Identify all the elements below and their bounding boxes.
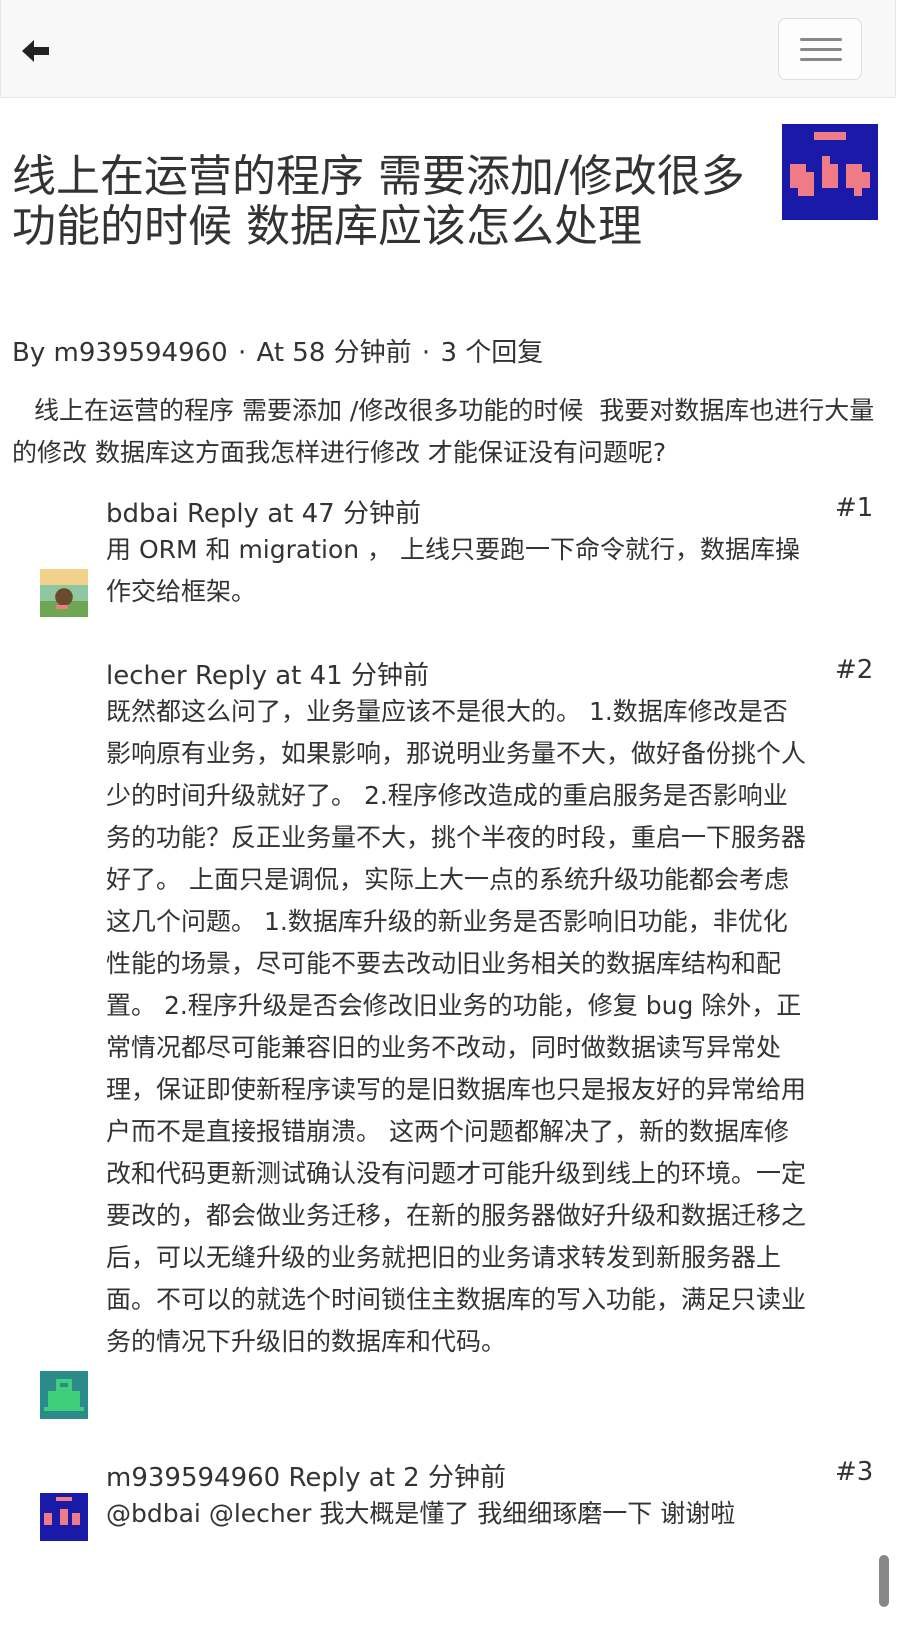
reply-content: @bdbai @lecher 我大概是懂了 我细细琢磨一下 谢谢啦 [106, 1499, 736, 1528]
reply-content: 用 ORM 和 migration ， 上线只要跑一下命令就行，数据库操作交给框… [106, 535, 801, 606]
hamburger-menu-icon [800, 38, 842, 41]
reply-time: Reply at 41 分钟前 [194, 661, 429, 691]
menu-toggle-button[interactable] [778, 18, 862, 80]
reply-author[interactable]: m939594960 [106, 1463, 280, 1493]
reply-author[interactable]: bdbai [106, 499, 179, 529]
meta-separator: · [421, 338, 431, 368]
reply-header: lecher Reply at 41 分钟前 [106, 655, 429, 692]
reply-number: #3 [835, 1457, 874, 1487]
topic-author-link[interactable]: m939594960 [54, 338, 228, 368]
topic-author-avatar[interactable] [782, 124, 878, 220]
topic-reply-count: 3 个回复 [440, 338, 544, 368]
topic-meta: By m939594960 · At 58 分钟前 · 3 个回复 [12, 332, 543, 369]
scrollbar-thumb[interactable] [879, 1555, 889, 1607]
reply-header: bdbai Reply at 47 分钟前 [106, 493, 421, 530]
reply-header: m939594960 Reply at 2 分钟前 [106, 1457, 506, 1494]
hamburger-menu-icon [800, 58, 842, 61]
reply-number: #2 [835, 655, 874, 685]
topic-time: At 58 分钟前 [256, 338, 412, 368]
reply-avatar[interactable] [40, 569, 88, 617]
reply-content: 既然都这么问了，业务量应该不是很大的。 1.数据库修改是否影响原有业务，如果影响… [106, 697, 807, 1356]
reply-avatar[interactable] [40, 1493, 88, 1541]
reply-number: #1 [835, 493, 874, 523]
topic-body: 线上在运营的程序 需要添加 /修改很多功能的时候 我要对数据库也进行大量的修改 … [12, 396, 875, 467]
reply-avatar[interactable] [40, 1371, 88, 1419]
back-button[interactable] [21, 36, 51, 66]
meta-by: By [12, 338, 46, 368]
hamburger-menu-icon [800, 48, 842, 51]
topic-title: 线上在运营的程序 需要添加/修改很多功能的时候 数据库应该怎么处理 [12, 151, 745, 252]
reply-time: Reply at 2 分钟前 [288, 1463, 506, 1493]
reply-author[interactable]: lecher [106, 661, 187, 691]
top-navbar [0, 0, 896, 98]
reply-time: Reply at 47 分钟前 [186, 499, 421, 529]
meta-separator: · [237, 338, 247, 368]
arrow-left-icon [22, 40, 49, 62]
